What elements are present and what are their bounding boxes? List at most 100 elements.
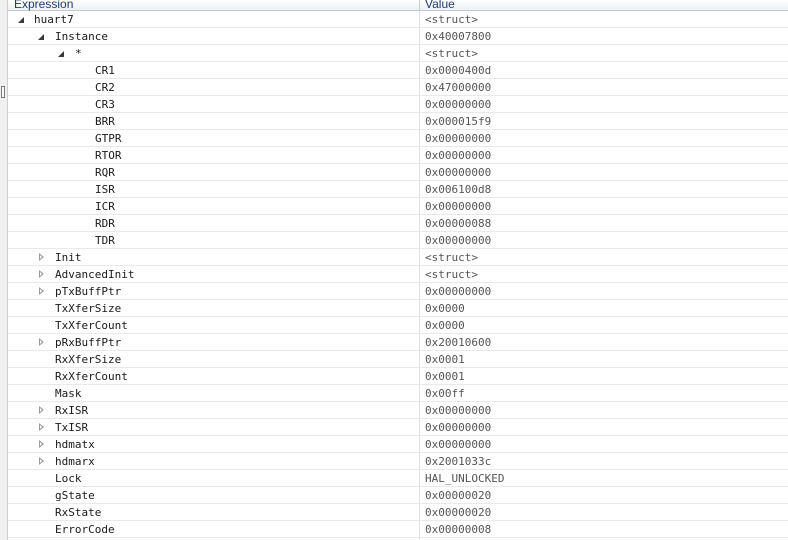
tree-row-cr2[interactable]: CR2 0x47000000 xyxy=(8,79,788,96)
expression-name: pTxBuffPtr xyxy=(55,285,122,298)
expression-name: CR1 xyxy=(95,64,115,77)
expression-value[interactable]: 0x20010600 xyxy=(425,334,491,351)
expand-arrow-icon[interactable] xyxy=(37,455,47,467)
expand-arrow-icon[interactable] xyxy=(37,268,47,280)
collapse-arrow-icon[interactable] xyxy=(17,13,27,25)
expression-name: TxXferCount xyxy=(55,319,128,332)
expression-name: Lock xyxy=(55,472,82,485)
expression-name: * xyxy=(75,47,82,60)
tree-row-rdr[interactable]: RDR 0x00000088 xyxy=(8,215,788,232)
tree-row-mask[interactable]: Mask 0x00ff xyxy=(8,385,788,402)
expression-value[interactable]: 0x00ff xyxy=(425,385,465,402)
expression-name: huart7 xyxy=(34,13,74,26)
tree-row-icr[interactable]: ICR 0x00000000 xyxy=(8,198,788,215)
tree-row-rxxfersize[interactable]: RxXferSize 0x0001 xyxy=(8,351,788,368)
column-divider[interactable] xyxy=(419,0,420,11)
tree-row-cr3[interactable]: CR3 0x00000000 xyxy=(8,96,788,113)
tree-row-tdr[interactable]: TDR 0x00000000 xyxy=(8,232,788,249)
collapse-arrow-icon[interactable] xyxy=(57,47,67,59)
tree-row-hdmarx[interactable]: hdmarx 0x2001033c xyxy=(8,453,788,470)
tree-row-init[interactable]: Init <struct> xyxy=(8,249,788,266)
tree-row-instance[interactable]: Instance 0x40007800 xyxy=(8,28,788,45)
collapse-arrow-icon[interactable] xyxy=(37,30,47,42)
expression-value[interactable]: 0x00000088 xyxy=(425,215,491,232)
expression-value[interactable]: 0x00000020 xyxy=(425,504,491,521)
expression-name: AdvancedInit xyxy=(55,268,135,281)
expression-value[interactable]: 0x00000000 xyxy=(425,198,491,215)
tree-row-rtor[interactable]: RTOR 0x00000000 xyxy=(8,147,788,164)
tree-row-hdmatx[interactable]: hdmatx 0x00000000 xyxy=(8,436,788,453)
tree-row-txxfercount[interactable]: TxXferCount 0x0000 xyxy=(8,317,788,334)
expression-name: RxISR xyxy=(55,404,89,417)
expression-name: RQR xyxy=(95,166,115,179)
tree-row-prxbuffptr[interactable]: pRxBuffPtr 0x20010600 xyxy=(8,334,788,351)
tree-row-isr[interactable]: ISR 0x006100d8 xyxy=(8,181,788,198)
tree-row-rxstate[interactable]: RxState 0x00000020 xyxy=(8,504,788,521)
expression-value[interactable]: <struct> xyxy=(425,45,478,62)
expression-value[interactable]: HAL_UNLOCKED xyxy=(425,470,504,487)
expression-value[interactable]: 0x000015f9 xyxy=(425,113,491,130)
expression-name: RxState xyxy=(55,506,102,519)
tree-row-gstate[interactable]: gState 0x00000020 xyxy=(8,487,788,504)
expression-value[interactable]: 0x00000008 xyxy=(425,521,491,538)
expression-value[interactable]: 0x00000000 xyxy=(425,96,491,113)
expression-value[interactable]: 0x00000000 xyxy=(425,147,491,164)
expression-value[interactable]: 0x00000000 xyxy=(425,164,491,181)
expression-value[interactable]: 0x0001 xyxy=(425,351,465,368)
expression-name: ISR xyxy=(95,183,115,196)
expression-value[interactable]: 0x0000400d xyxy=(425,62,491,79)
column-header: Expression Value xyxy=(8,0,788,11)
tree-row-rqr[interactable]: RQR 0x00000000 xyxy=(8,164,788,181)
expression-value[interactable]: 0x00000000 xyxy=(425,436,491,453)
expression-value[interactable]: 0x00000000 xyxy=(425,130,491,147)
expression-value[interactable]: 0x2001033c xyxy=(425,453,491,470)
expression-name: ICR xyxy=(95,200,115,213)
expression-value[interactable]: 0x00000000 xyxy=(425,283,491,300)
expand-arrow-icon[interactable] xyxy=(37,336,47,348)
tree-row-rxisr[interactable]: RxISR 0x00000000 xyxy=(8,402,788,419)
expression-value[interactable]: 0x00000000 xyxy=(425,402,491,419)
expression-name: Instance xyxy=(55,30,108,43)
tree-row-huart7[interactable]: huart7 <struct> xyxy=(8,11,788,28)
tree-row-lock[interactable]: Lock HAL_UNLOCKED xyxy=(8,470,788,487)
expression-value[interactable]: 0x0001 xyxy=(425,368,465,385)
expression-value[interactable]: 0x0000 xyxy=(425,317,465,334)
expression-name: CR2 xyxy=(95,81,115,94)
expression-value[interactable]: 0x40007800 xyxy=(425,28,491,45)
expression-value[interactable]: 0x00000020 xyxy=(425,487,491,504)
expression-value[interactable]: <struct> xyxy=(425,11,478,28)
expand-arrow-icon[interactable] xyxy=(37,438,47,450)
expression-value[interactable]: 0x47000000 xyxy=(425,79,491,96)
expression-value[interactable]: 0x0000 xyxy=(425,300,465,317)
expression-value[interactable]: 0x00000000 xyxy=(425,419,491,436)
tree-row-txxfersize[interactable]: TxXferSize 0x0000 xyxy=(8,300,788,317)
value-column-header[interactable]: Value xyxy=(425,0,455,11)
expression-name: GTPR xyxy=(95,132,122,145)
tree-row-rxxfercount[interactable]: RxXferCount 0x0001 xyxy=(8,368,788,385)
expression-name: Mask xyxy=(55,387,82,400)
expression-name: gState xyxy=(55,489,95,502)
expression-value[interactable]: <struct> xyxy=(425,266,478,283)
tree-row-brr[interactable]: BRR 0x000015f9 xyxy=(8,113,788,130)
tree-row-ptxbuffptr[interactable]: pTxBuffPtr 0x00000000 xyxy=(8,283,788,300)
expression-name: RxXferCount xyxy=(55,370,128,383)
expression-value[interactable]: <struct> xyxy=(425,249,478,266)
tree-row-cr1[interactable]: CR1 0x0000400d xyxy=(8,62,788,79)
expand-arrow-icon[interactable] xyxy=(37,421,47,433)
expand-arrow-icon[interactable] xyxy=(37,251,47,263)
expand-arrow-icon[interactable] xyxy=(37,404,47,416)
expression-name: ErrorCode xyxy=(55,523,115,536)
tree-row-errorcode[interactable]: ErrorCode 0x00000008 xyxy=(8,521,788,538)
edge-marker xyxy=(1,86,5,98)
tree-row-deref[interactable]: * <struct> xyxy=(8,45,788,62)
expand-arrow-icon[interactable] xyxy=(37,285,47,297)
expression-name: Init xyxy=(55,251,82,264)
expression-column-header[interactable]: Expression xyxy=(14,0,73,11)
tree-row-advancedinit[interactable]: AdvancedInit <struct> xyxy=(8,266,788,283)
tree-row-txisr[interactable]: TxISR 0x00000000 xyxy=(8,419,788,436)
expression-name: hdmatx xyxy=(55,438,95,451)
expression-value[interactable]: 0x00000000 xyxy=(425,232,491,249)
expression-name: RDR xyxy=(95,217,115,230)
tree-row-gtpr[interactable]: GTPR 0x00000000 xyxy=(8,130,788,147)
expression-value[interactable]: 0x006100d8 xyxy=(425,181,491,198)
